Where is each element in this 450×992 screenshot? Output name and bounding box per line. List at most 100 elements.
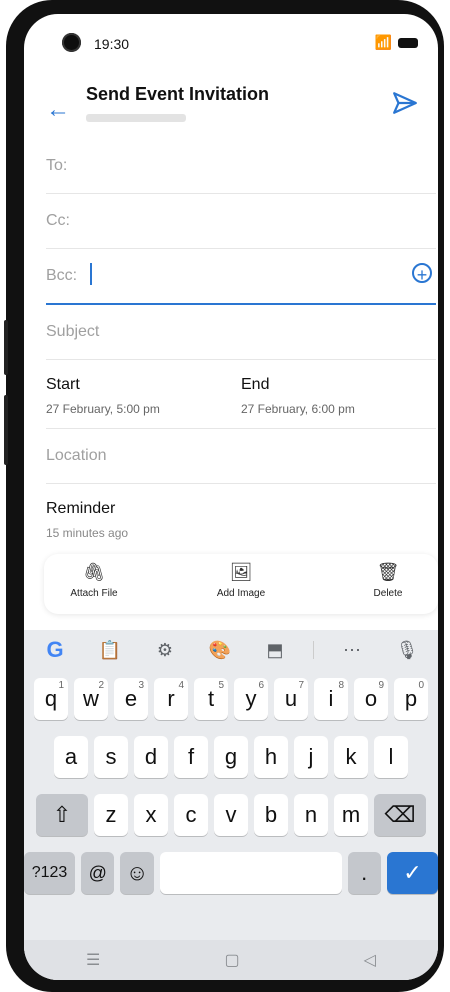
key-j[interactable]: j: [294, 736, 328, 778]
key-b[interactable]: b: [254, 794, 288, 836]
add-contact-icon[interactable]: +: [412, 263, 432, 285]
space-key[interactable]: [159, 852, 342, 894]
status-time: 19:30: [94, 36, 130, 52]
end-label: End: [241, 376, 270, 393]
key-c[interactable]: c: [174, 794, 208, 836]
subject-placeholder: Subject: [46, 323, 100, 340]
screen: 19:30 📶 ← Send Event Invitation To: Cc:: [24, 14, 438, 980]
to-field[interactable]: To:: [46, 139, 436, 194]
key-i[interactable]: 8i: [314, 678, 348, 720]
symbols-key[interactable]: ?123: [24, 852, 76, 894]
key-e[interactable]: 3e: [114, 678, 148, 720]
delete-button[interactable]: 🗑 Delete: [338, 554, 438, 614]
delete-icon: 🗑: [376, 562, 400, 582]
key-g[interactable]: g: [214, 736, 248, 778]
key-n[interactable]: n: [294, 794, 328, 836]
page-title: Send Event Invitation: [86, 84, 270, 104]
battery-icon: [398, 37, 418, 48]
attach-file-button[interactable]: 🖇 Attach File: [44, 554, 144, 614]
add-image-label: Add Image: [216, 588, 266, 599]
end-time[interactable]: End 27 February, 6:00 pm: [241, 360, 436, 428]
key-r[interactable]: 4r: [154, 678, 188, 720]
volume-button: [4, 320, 8, 375]
add-image-button[interactable]: 🖼 Add Image: [191, 554, 291, 614]
location-placeholder: Location: [46, 447, 107, 464]
back-nav-icon[interactable]: ◁: [364, 950, 376, 970]
checkmark-icon: ✓: [403, 860, 422, 885]
clipboard-icon[interactable]: 📋: [93, 640, 127, 661]
backspace-icon: ⌫: [384, 802, 416, 827]
home-nav-icon[interactable]: ▢: [224, 950, 239, 970]
key-z[interactable]: z: [94, 794, 128, 836]
start-time[interactable]: Start 27 February, 5:00 pm: [46, 360, 241, 428]
google-icon[interactable]: G: [38, 637, 72, 663]
system-nav-bar: ☰ ▢ ◁: [24, 940, 438, 980]
status-bar: 19:30 📶: [24, 14, 438, 64]
location-field[interactable]: Location: [46, 429, 436, 484]
key-t[interactable]: 5t: [194, 678, 228, 720]
key-m[interactable]: m: [334, 794, 368, 836]
backspace-key[interactable]: ⌫: [374, 794, 426, 836]
screenshot-icon[interactable]: ⬒: [258, 640, 292, 661]
period-key[interactable]: .: [347, 852, 381, 894]
key-a[interactable]: a: [54, 736, 88, 778]
wifi-icon: 📶: [374, 34, 392, 50]
menu-nav-icon[interactable]: ☰: [86, 950, 100, 970]
key-s[interactable]: s: [94, 736, 128, 778]
text-cursor: [90, 263, 92, 285]
key-k[interactable]: k: [334, 736, 368, 778]
key-p[interactable]: 0p: [394, 678, 428, 720]
back-arrow-icon[interactable]: ←: [46, 96, 70, 124]
image-icon: 🖼: [229, 562, 253, 582]
more-icon[interactable]: ⋯: [335, 640, 369, 661]
reminder-value: 15 minutes ago: [46, 526, 129, 540]
key-q[interactable]: 1q: [34, 678, 68, 720]
bcc-field[interactable]: Bcc: +: [46, 249, 436, 305]
settings-icon[interactable]: ⚙: [148, 640, 182, 661]
cc-label: Cc:: [46, 212, 70, 229]
enter-key[interactable]: ✓: [386, 852, 438, 894]
key-d[interactable]: d: [134, 736, 168, 778]
keyboard-toolbar: G 📋 ⚙ 🎨 ⬒ ⋯ 🎙: [24, 630, 438, 670]
shift-icon: ⇧: [52, 802, 72, 827]
reminder-row[interactable]: Reminder 15 minutes ago: [46, 484, 436, 554]
key-v[interactable]: v: [214, 794, 248, 836]
emoji-key[interactable]: ☺: [120, 852, 154, 894]
phone-frame: 19:30 📶 ← Send Event Invitation To: Cc:: [4, 0, 444, 992]
soft-keyboard: G 📋 ⚙ 🎨 ⬒ ⋯ 🎙 1q 2w 3e 4r 5t 6y 7u 8i 9o…: [24, 630, 438, 980]
emoji-icon: ☺: [125, 860, 149, 885]
subject-field[interactable]: Subject: [46, 305, 436, 360]
key-l[interactable]: l: [374, 736, 408, 778]
cc-field[interactable]: Cc:: [46, 194, 436, 249]
status-icons: 📶: [375, 34, 418, 51]
sender-account-redacted: [86, 114, 186, 122]
keyboard-row-3: ⇧ z x c v b n m ⌫: [24, 794, 438, 842]
at-key[interactable]: @: [81, 852, 115, 894]
key-h[interactable]: h: [254, 736, 288, 778]
send-icon[interactable]: [392, 90, 418, 116]
action-bar: 🖇 Attach File 🖼 Add Image 🗑 Delete: [44, 554, 438, 614]
toolbar-divider: [313, 641, 314, 659]
shift-key[interactable]: ⇧: [36, 794, 88, 836]
palette-icon[interactable]: 🎨: [203, 640, 237, 661]
key-f[interactable]: f: [174, 736, 208, 778]
keyboard-row-1: 1q 2w 3e 4r 5t 6y 7u 8i 9o 0p: [24, 678, 438, 726]
key-x[interactable]: x: [134, 794, 168, 836]
attach-file-label: Attach File: [70, 588, 118, 599]
to-label: To:: [46, 157, 68, 174]
time-range: Start 27 February, 5:00 pm End 27 Februa…: [46, 360, 436, 429]
key-o[interactable]: 9o: [354, 678, 388, 720]
front-camera: [62, 33, 81, 52]
keyboard-row-2: a s d f g h j k l: [24, 736, 438, 784]
end-value: 27 February, 6:00 pm: [241, 402, 355, 416]
invite-form: To: Cc: Bcc: + Subject Start 27 February…: [46, 139, 436, 554]
keyboard-row-4: ?123 @ ☺ . ✓: [24, 852, 438, 900]
reminder-label: Reminder: [46, 500, 116, 517]
mic-off-icon[interactable]: 🎙: [390, 640, 424, 661]
power-button: [4, 395, 8, 465]
delete-label: Delete: [373, 588, 403, 599]
key-w[interactable]: 2w: [74, 678, 108, 720]
key-y[interactable]: 6y: [234, 678, 268, 720]
bcc-label: Bcc:: [46, 267, 78, 284]
key-u[interactable]: 7u: [274, 678, 308, 720]
